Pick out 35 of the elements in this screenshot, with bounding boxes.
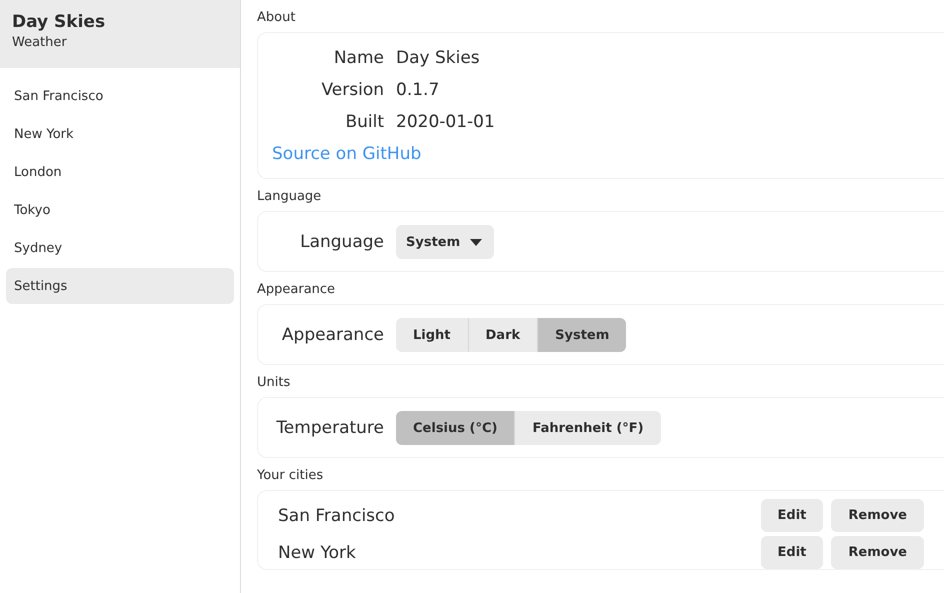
field-label: Language bbox=[299, 232, 384, 252]
segment-option[interactable]: System bbox=[537, 318, 626, 352]
section-title: Your cities bbox=[257, 468, 324, 484]
sidebar-item[interactable]: New York bbox=[6, 116, 234, 152]
sidebar-item[interactable]: Settings bbox=[6, 268, 234, 304]
field-label: Name bbox=[332, 47, 384, 70]
city-action-button[interactable]: Remove bbox=[831, 536, 924, 569]
city-action-button[interactable]: Remove bbox=[831, 499, 924, 532]
sidebar-item[interactable]: San Francisco bbox=[6, 78, 234, 114]
sidebar-item[interactable]: London bbox=[6, 154, 234, 190]
field-label: Version bbox=[320, 79, 384, 102]
city-action-button[interactable]: Edit bbox=[760, 499, 824, 532]
field-label: Built bbox=[344, 111, 384, 134]
city-action-button[interactable]: Edit bbox=[760, 536, 824, 569]
section-title: Units bbox=[257, 375, 292, 391]
segment-option[interactable]: Celsius (°C) bbox=[396, 411, 514, 445]
city-name: New York bbox=[278, 542, 356, 562]
language-dropdown[interactable]: System bbox=[396, 225, 494, 259]
sidebar-item[interactable]: Sydney bbox=[6, 230, 234, 266]
field-value: Day Skies bbox=[396, 47, 481, 70]
segment-option[interactable]: Light bbox=[396, 318, 468, 352]
segment-option[interactable]: Fahrenheit (°F) bbox=[514, 411, 661, 445]
field-value: 0.1.7 bbox=[396, 79, 440, 102]
field-label: Temperature bbox=[275, 418, 384, 438]
field-value: 2020-01-01 bbox=[396, 111, 496, 134]
sidebar-item[interactable]: Tokyo bbox=[6, 192, 234, 228]
city-name: San Francisco bbox=[278, 506, 395, 526]
app-subtitle: Weather bbox=[12, 35, 68, 51]
section-title: About bbox=[257, 10, 296, 26]
app-title: Day Skies bbox=[12, 12, 106, 32]
segment-option[interactable]: Dark bbox=[468, 318, 538, 352]
caret-icon bbox=[470, 238, 482, 246]
section-title: Language bbox=[257, 189, 322, 205]
field-label: Appearance bbox=[280, 325, 384, 345]
section-title: Appearance bbox=[257, 282, 336, 298]
